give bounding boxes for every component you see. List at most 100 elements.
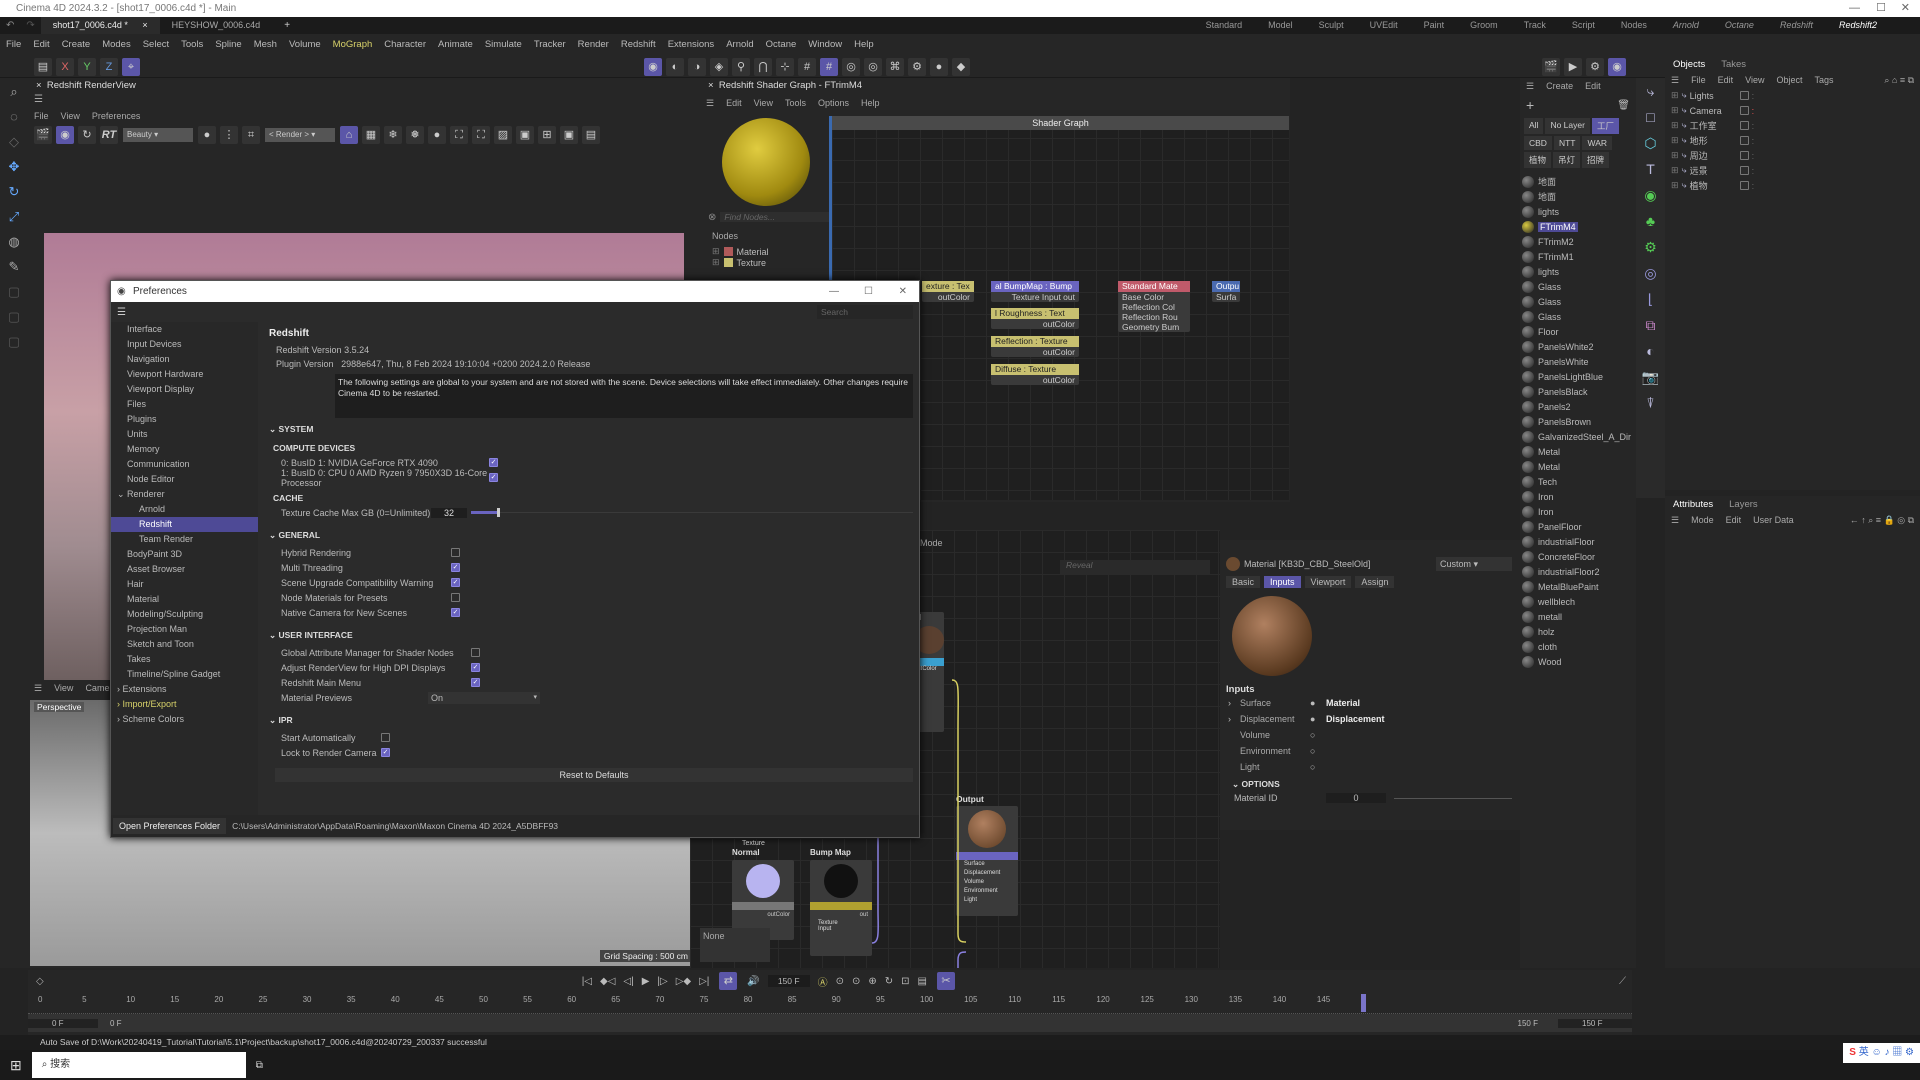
visibility-checkbox[interactable] (1739, 181, 1749, 190)
layer-filter[interactable]: NTT (1553, 136, 1581, 150)
tab-inputs[interactable]: Inputs (1264, 576, 1301, 588)
menu-edit[interactable]: Edit (1712, 72, 1740, 88)
snapshot-icon[interactable]: ▣ (516, 126, 534, 144)
ipr-section[interactable]: ⌄ IPR (269, 715, 919, 726)
menu-render[interactable]: Render (572, 34, 615, 56)
material-item[interactable]: 地面 (1520, 189, 1636, 204)
tab-assign[interactable]: Assign (1355, 576, 1395, 588)
sidebar-item[interactable]: › Scheme Colors (111, 712, 258, 727)
menu-character[interactable]: Character (378, 34, 432, 56)
sidebar-item[interactable]: Plugins (111, 412, 258, 427)
material-item[interactable]: Metal (1520, 444, 1636, 459)
tool-icon[interactable]: ✎ (3, 256, 25, 278)
input-row[interactable]: › Surface ● Material (1228, 695, 1520, 711)
panel-icon[interactable]: ▤ (34, 57, 52, 76)
menu-spline[interactable]: Spline (209, 34, 247, 56)
new-tab-button[interactable]: + (272, 20, 302, 31)
menu-window[interactable]: Window (802, 34, 848, 56)
material-item[interactable]: PanelFloor (1520, 519, 1636, 534)
grid-snap-icon[interactable]: # (820, 57, 838, 76)
clear-search-icon[interactable]: ⊗ (708, 212, 716, 223)
sidebar-item[interactable]: Asset Browser (111, 562, 258, 577)
snap-icon[interactable]: ⊹ (776, 57, 794, 76)
material-item[interactable]: Glass (1520, 294, 1636, 309)
tool-icon[interactable]: ▢ (3, 331, 25, 353)
task-view-icon[interactable]: ⧉ (246, 1060, 273, 1071)
square-icon[interactable]: □ (1636, 104, 1665, 130)
record-icon[interactable]: ⊙ (852, 976, 860, 987)
close-icon[interactable]: × (708, 80, 714, 91)
material-item[interactable]: lights (1520, 264, 1636, 279)
sidebar-item[interactable]: Redshift (111, 517, 258, 532)
nav-icons[interactable]: ← ↑ ⌕ ≡ 🔒 ◎ ⧉ (1844, 512, 1920, 528)
sidebar-item[interactable]: Navigation (111, 352, 258, 367)
input-row[interactable]: Environment ○ (1228, 743, 1520, 759)
setting-checkbox[interactable] (489, 458, 498, 467)
tab-takes[interactable]: Takes (1713, 59, 1754, 70)
hatch-icon[interactable]: ▨ (494, 126, 512, 144)
material-item[interactable]: holz (1520, 624, 1636, 639)
material-item[interactable]: Floor (1520, 324, 1636, 339)
port-icon[interactable]: ○ (1310, 746, 1326, 756)
ime-toolbar[interactable]: S 英 ☺ ♪ ▦ ⚙ (1843, 1043, 1920, 1063)
menu-object[interactable]: Object (1770, 72, 1808, 88)
setting-checkbox[interactable] (381, 733, 390, 742)
menu-animate[interactable]: Animate (432, 34, 479, 56)
camera-icon[interactable]: 📷 (1636, 364, 1665, 390)
keyframe-icon[interactable]: ◇ (28, 976, 52, 987)
windows-start-icon[interactable]: ⊞ (0, 1057, 32, 1074)
setting-checkbox[interactable] (451, 593, 460, 602)
port-icon[interactable]: ○ (1310, 730, 1326, 740)
focus-icon[interactable]: ⛶ (450, 126, 468, 144)
sidebar-item[interactable]: Viewport Hardware (111, 367, 258, 382)
grid-icon[interactable]: ▦ (362, 126, 380, 144)
render-icon[interactable]: ◉ (56, 126, 74, 144)
menu-preferences[interactable]: Preferences (86, 108, 147, 124)
sphere-icon[interactable]: ● (428, 126, 446, 144)
color-icon[interactable]: ● (198, 126, 216, 144)
node-category-texture[interactable]: ⊞ Texture (712, 257, 769, 268)
record-icon[interactable]: ⊙ (836, 976, 844, 987)
setting-checkbox[interactable] (381, 748, 390, 757)
layer-filter[interactable]: 工厂 (1591, 118, 1619, 134)
setting-checkbox[interactable] (451, 548, 460, 557)
texture-cache-input[interactable]: 32 (431, 507, 467, 518)
undo-icon[interactable]: ↶ (0, 20, 20, 31)
material-item[interactable]: lights (1520, 204, 1636, 219)
sidebar-item[interactable]: Communication (111, 457, 258, 472)
menu-extensions[interactable]: Extensions (662, 34, 720, 56)
tool-icon[interactable]: ◑ (688, 57, 706, 76)
sky-icon[interactable]: ◐ (1636, 338, 1665, 364)
start-frame[interactable]: 0 F (28, 1018, 98, 1028)
material-item[interactable]: PanelsBlack (1520, 384, 1636, 399)
texture-node[interactable]: exture : Tex outColor (922, 281, 974, 302)
material-item[interactable]: PanelsWhite (1520, 354, 1636, 369)
setting-checkbox[interactable] (471, 678, 480, 687)
tool-icon[interactable]: ◎ (864, 57, 882, 76)
sidebar-item[interactable]: Team Render (111, 532, 258, 547)
material-item[interactable]: GalvanizedSteel_A_Dir (1520, 429, 1636, 444)
light-icon[interactable]: ⍒ (1636, 390, 1665, 416)
sound-icon[interactable]: 🔊 (747, 976, 759, 987)
material-item[interactable]: Iron (1520, 504, 1636, 519)
menu-tools[interactable]: Tools (175, 34, 209, 56)
next-frame-icon[interactable]: |▷ (657, 976, 667, 987)
material-item[interactable]: cloth (1520, 639, 1636, 654)
cloner-icon[interactable]: ♣ (1636, 208, 1665, 234)
menu-mograph[interactable]: MoGraph (327, 34, 379, 56)
menu-view[interactable]: View (748, 95, 779, 111)
sidebar-item[interactable]: Sketch and Toon (111, 637, 258, 652)
current-frame[interactable]: 150 F (767, 975, 810, 987)
tab-basic[interactable]: Basic (1226, 576, 1261, 588)
go-start-icon[interactable]: |◁ (582, 976, 592, 987)
gear-icon[interactable]: ⚙ (908, 57, 926, 76)
layer-filter[interactable]: CBD (1524, 136, 1552, 150)
menu-tools[interactable]: Tools (779, 95, 812, 111)
setting-checkbox[interactable] (451, 608, 460, 617)
menu-edit[interactable]: Edit (1579, 78, 1607, 94)
sidebar-item[interactable]: BodyPaint 3D (111, 547, 258, 562)
input-row[interactable]: Light ○ (1228, 759, 1520, 775)
material-item[interactable]: PanelsWhite2 (1520, 339, 1636, 354)
close-button[interactable]: ✕ (1901, 0, 1910, 17)
maximize-button[interactable]: ☐ (864, 281, 873, 302)
